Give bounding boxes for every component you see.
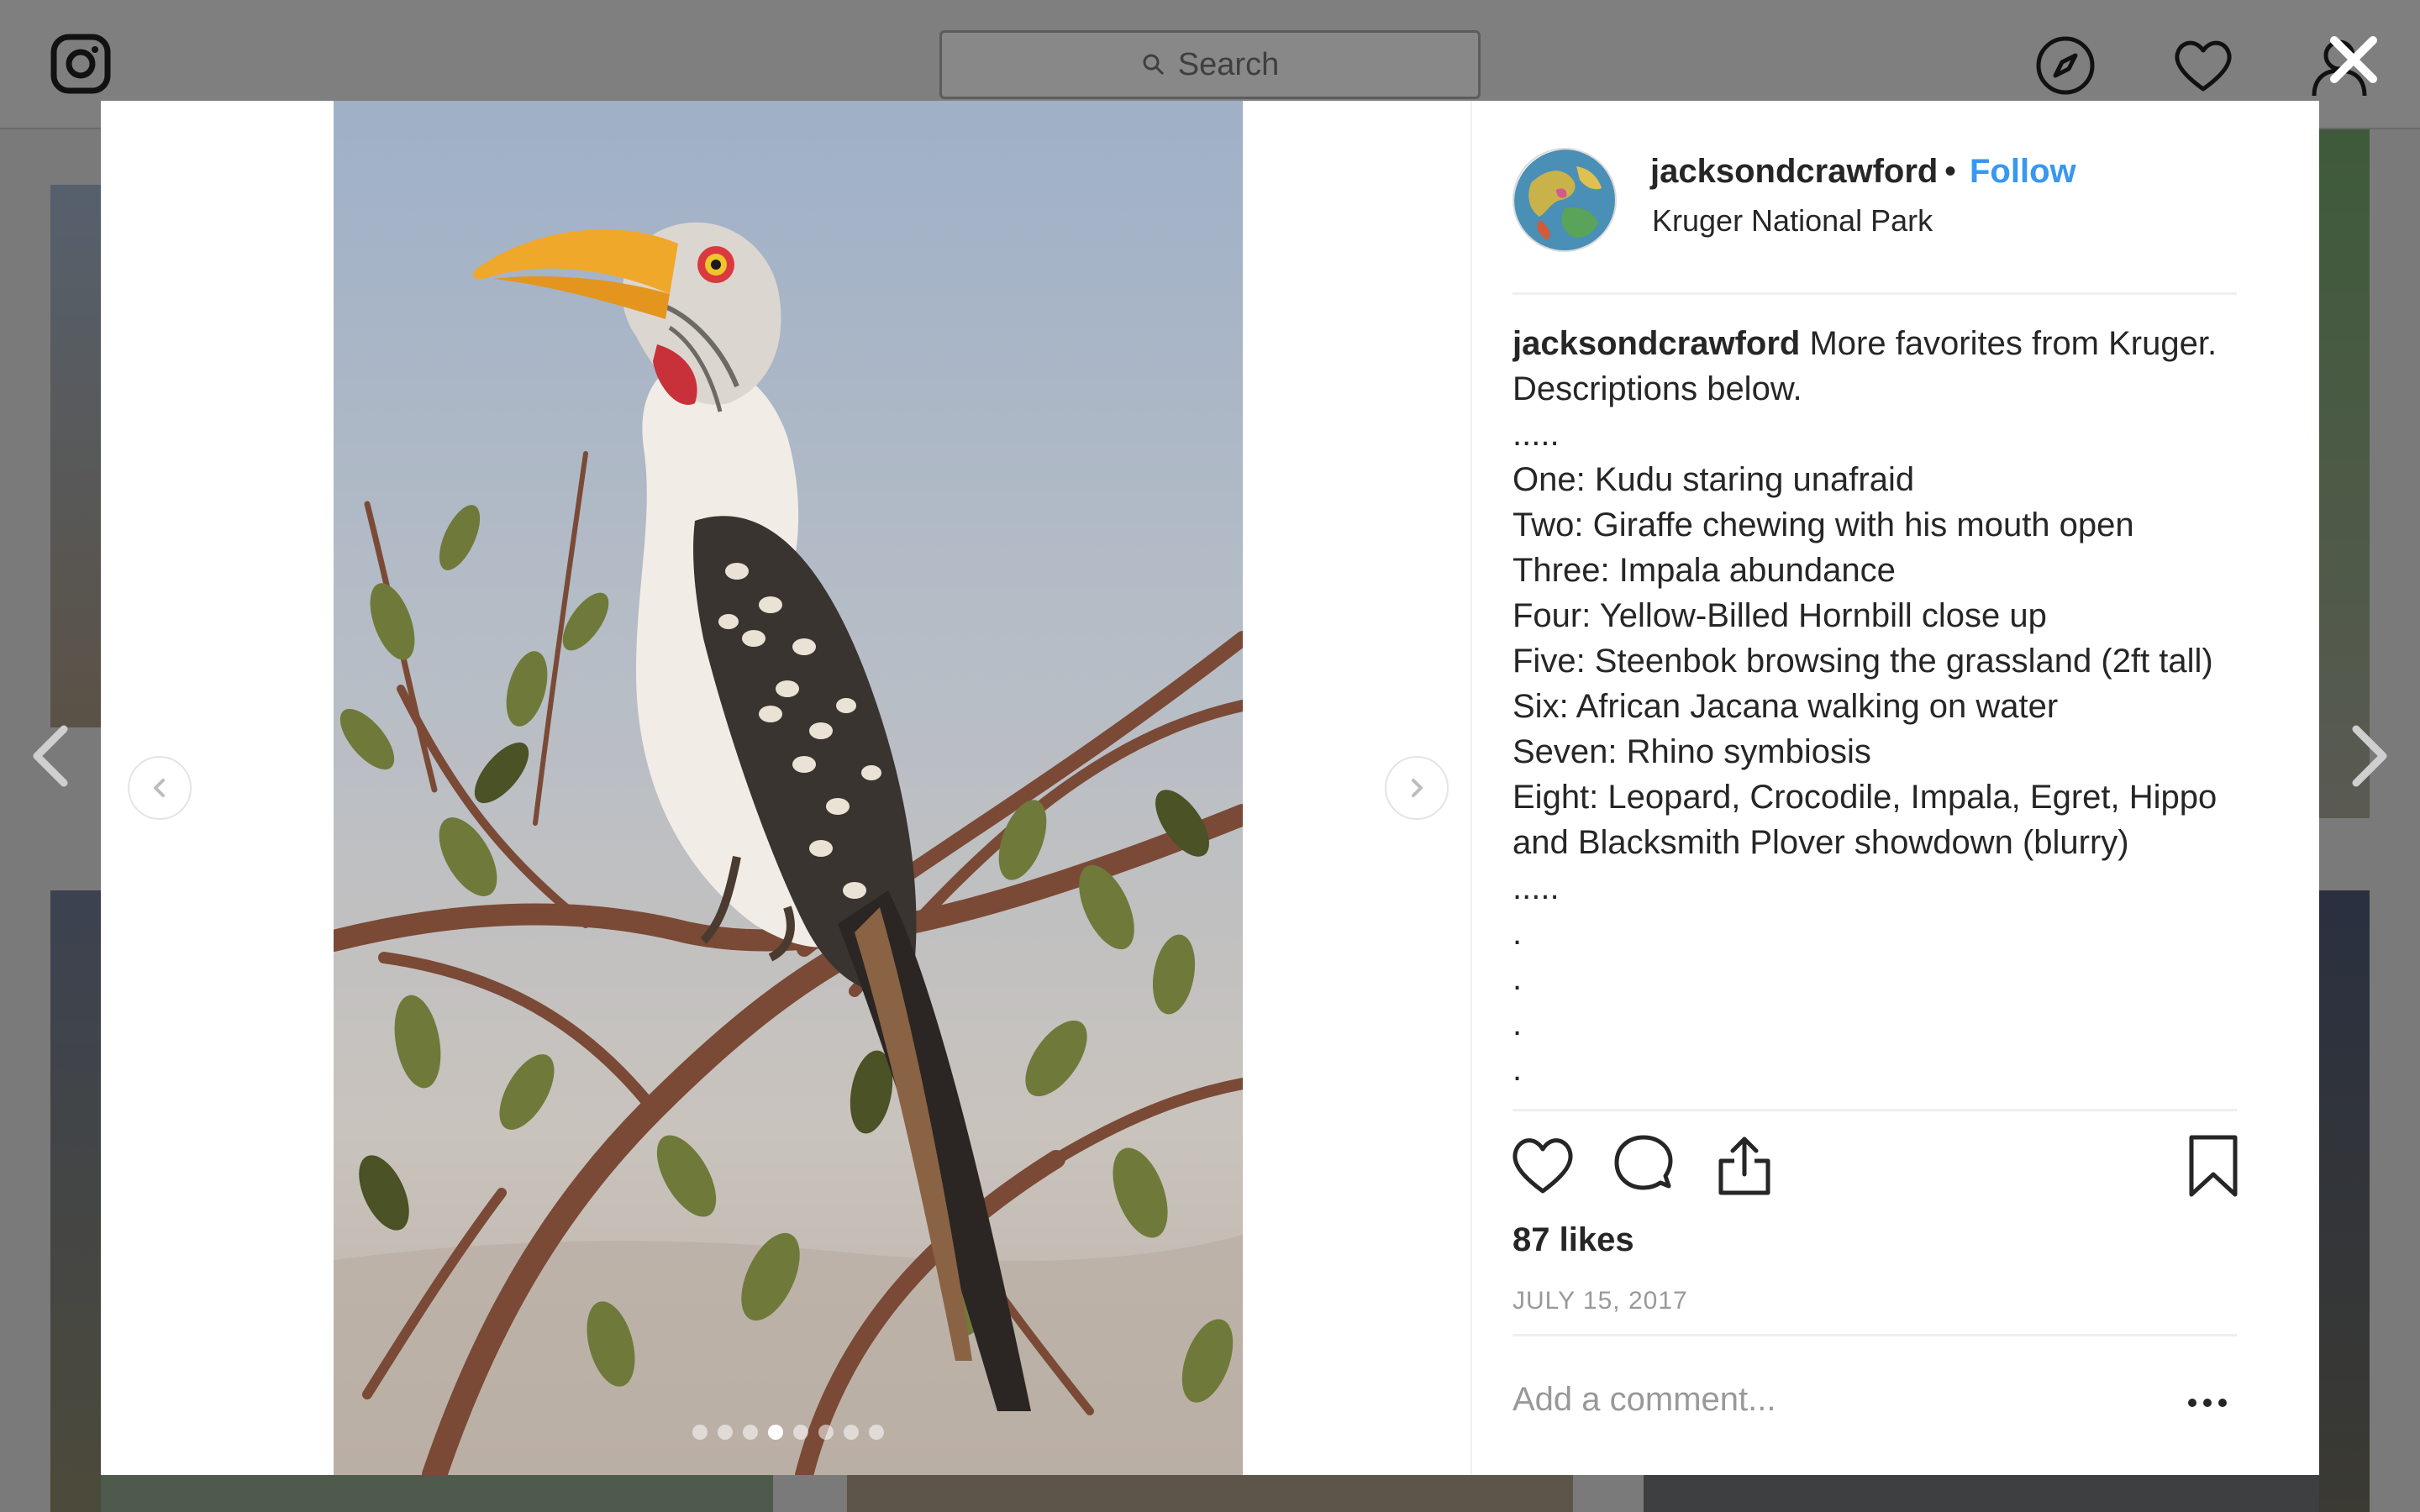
caption-line: .....: [1512, 416, 1560, 453]
post-photo[interactable]: [334, 101, 1243, 1475]
search-icon: [1143, 54, 1164, 76]
search-placeholder: Search: [1177, 46, 1280, 82]
post-modal: jacksondcrawford • Follow Kruger Nationa…: [101, 101, 2319, 1475]
post-info-panel: jacksondcrawford • Follow Kruger Nationa…: [1470, 101, 2319, 1475]
carousel-previous-button[interactable]: [128, 756, 192, 820]
divider: [1512, 1109, 2237, 1111]
compass-icon[interactable]: [2033, 34, 2097, 97]
caption-line: Six: African Jacana walking on water: [1512, 688, 2059, 725]
caption-line: .: [1512, 960, 1523, 997]
previous-post-arrow-icon[interactable]: [25, 722, 76, 790]
next-post-arrow-icon[interactable]: [2344, 722, 2395, 790]
caption-line: .: [1512, 1005, 1523, 1042]
caption-line: .: [1512, 1051, 1523, 1088]
caption-line: Two: Giraffe chewing with his mouth open: [1512, 507, 2134, 543]
likes-count[interactable]: 87 likes: [1512, 1221, 1634, 1259]
carousel-dot: [844, 1425, 859, 1440]
caption-line: One: Kudu staring unafraid: [1512, 461, 1915, 498]
background-tile: [50, 185, 101, 727]
add-comment-input[interactable]: Add a comment...: [1512, 1381, 1776, 1419]
background-tile: [2319, 129, 2370, 818]
carousel-dot: [718, 1425, 733, 1440]
carousel-next-button[interactable]: [1385, 756, 1449, 820]
caption-username[interactable]: jacksondcrawford: [1512, 325, 1800, 362]
caption-line: Eight: Leopard, Crocodile, Impala, Egret…: [1512, 779, 2217, 861]
carousel-dot: [692, 1425, 708, 1440]
separator-dot: •: [1944, 153, 1957, 190]
follow-button[interactable]: Follow: [1970, 153, 2076, 191]
comment-icon[interactable]: [1610, 1132, 1677, 1200]
carousel-dot: [818, 1425, 834, 1440]
carousel-indicator: [334, 1425, 1243, 1440]
carousel-dot: [869, 1425, 884, 1440]
carousel-dot: [793, 1425, 808, 1440]
chevron-left-icon: [154, 779, 165, 797]
carousel-dot-active: [768, 1425, 783, 1440]
globe-avatar-icon: [1514, 150, 1615, 250]
post-location[interactable]: Kruger National Park: [1652, 203, 1933, 239]
heart-icon[interactable]: [2171, 34, 2235, 97]
share-icon[interactable]: [1711, 1132, 1778, 1200]
like-heart-icon[interactable]: [1509, 1132, 1576, 1200]
caption-first-line: jacksondcrawford More favorites from Kru…: [1512, 321, 2252, 412]
post-caption: jacksondcrawford More favorites from Kru…: [1512, 321, 2252, 1211]
search-input[interactable]: Search: [939, 30, 1481, 99]
chevron-right-icon: [1412, 779, 1423, 797]
hornbill-photo-illustration: [334, 222, 1243, 1475]
post-author-username[interactable]: jacksondcrawford: [1650, 153, 1938, 191]
caption-line: .: [1512, 915, 1523, 952]
background-tile: [1644, 1475, 2319, 1512]
background-tile: [2319, 890, 2370, 1512]
post-media: [101, 101, 1470, 1475]
caption-line: Three: Impala abundance: [1512, 552, 1896, 589]
post-date: JULY 15, 2017: [1512, 1287, 1688, 1315]
close-icon[interactable]: [2324, 30, 2383, 89]
caption-line: Seven: Rhino symbiosis: [1512, 733, 1871, 770]
background-tile: [50, 890, 101, 1512]
divider: [1512, 292, 2237, 295]
caption-line: .....: [1512, 869, 1560, 906]
instagram-logo-icon[interactable]: [50, 34, 111, 94]
carousel-dot: [743, 1425, 758, 1440]
background-tile: [101, 1475, 773, 1512]
divider: [1512, 1334, 2237, 1336]
caption-line: Five: Steenbok browsing the grassland (2…: [1512, 643, 2213, 680]
background-tile: [847, 1475, 1573, 1512]
avatar[interactable]: [1512, 148, 1617, 252]
caption-line: Four: Yellow-Billed Hornbill close up: [1512, 597, 2047, 634]
more-options-icon[interactable]: [2188, 1394, 2235, 1411]
post-header: jacksondcrawford • Follow Kruger Nationa…: [1472, 101, 2321, 295]
bookmark-icon[interactable]: [2180, 1132, 2247, 1200]
